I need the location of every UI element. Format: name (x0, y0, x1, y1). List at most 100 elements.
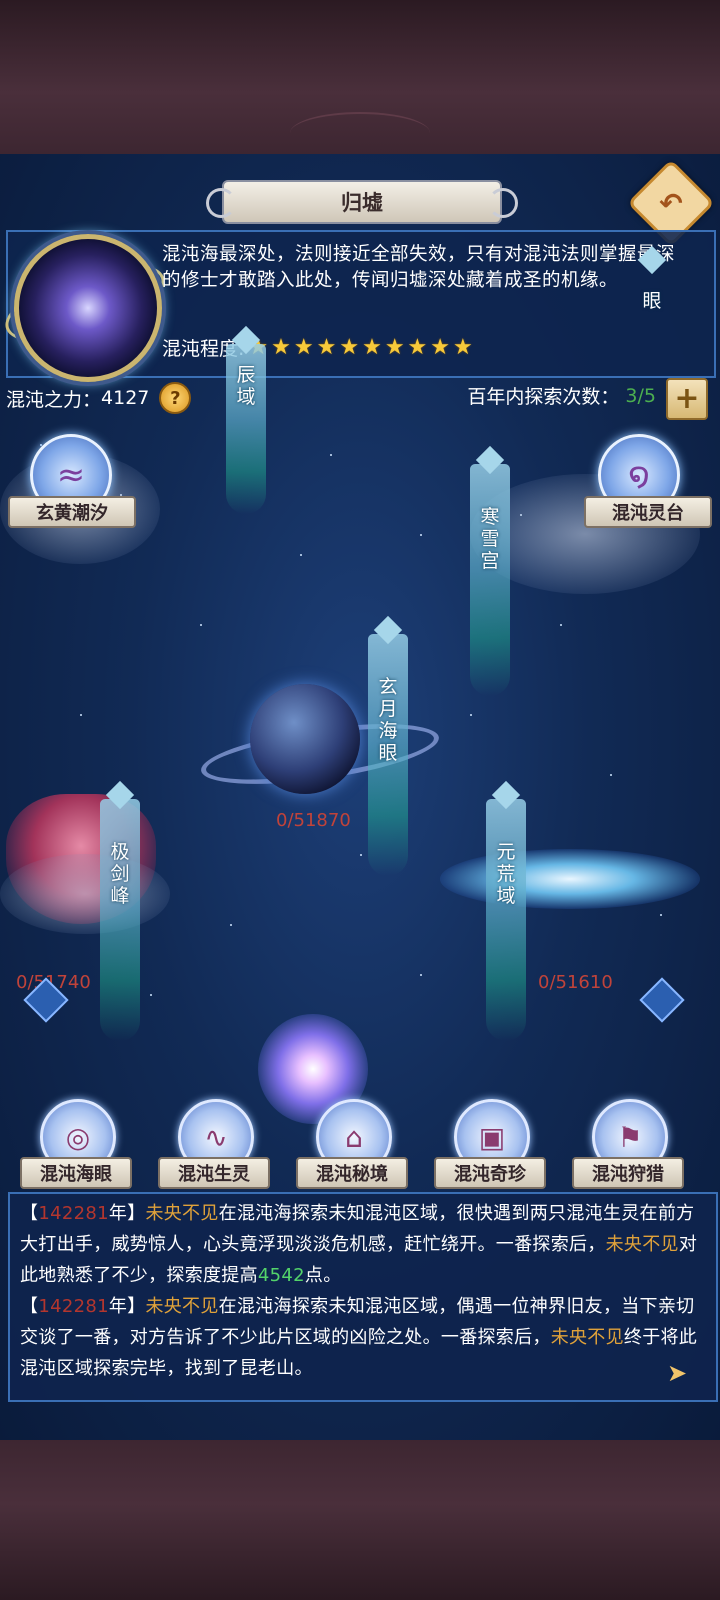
swirl-icon: ໑ (628, 455, 650, 495)
location-char: 眼 (378, 742, 398, 764)
bottom-frame (0, 1440, 720, 1600)
star-decor (660, 914, 662, 916)
chaos-level: 混沌程度: ★★★★★★★★★★ (162, 334, 473, 361)
page-title: 归墟 (206, 180, 502, 224)
explore-count: 百年内探索次数： 3/5 (467, 382, 656, 409)
star-icon: ★ (293, 335, 314, 360)
help-button[interactable]: ? (159, 382, 192, 414)
log-year: 142281 (38, 1296, 109, 1317)
chaos-power: 混沌之力： 4127 ? (6, 382, 192, 414)
location-partial[interactable]: 眼 (632, 264, 672, 350)
star-decor (150, 994, 152, 996)
location-char: 寒 (480, 506, 500, 528)
location-char: 剑 (110, 863, 130, 885)
log-entry: 【142281年】未央不见在混沌海探索未知混沌区域，偶遇一位神界旧友，当下亲切交… (20, 1291, 706, 1384)
location-char: 辰 (236, 364, 256, 386)
power-value: 4127 (101, 387, 150, 409)
location-chenyu[interactable]: 辰 域 (226, 344, 266, 514)
star-icon: ★ (384, 335, 405, 360)
star-decor (610, 774, 612, 776)
location-char: 极 (110, 841, 130, 863)
nav-label: 混沌海眼 (20, 1157, 132, 1189)
explore-label: 百年内探索次数： (467, 386, 620, 408)
star-decor (420, 974, 422, 976)
star-decor (330, 454, 332, 456)
log-actor: 未央不见 (145, 1296, 219, 1317)
nav-label: 混沌狩猎 (572, 1157, 684, 1189)
log-actor: 未央不见 (145, 1203, 219, 1224)
question-icon: ? (170, 387, 181, 409)
location-char: 玄 (378, 676, 398, 698)
explore-count-value: 3/5 (625, 384, 656, 407)
chaos-map-scene[interactable]: 归墟 ↶ 混沌海最深处，法则接近全部失效，只有对混沌法则掌握最深的修士才敢踏入此… (0, 154, 720, 1440)
star-decor (420, 534, 422, 536)
spiral-galaxy[interactable] (440, 849, 700, 909)
log-entry: 【142281年】未央不见在混沌海探索未知混沌区域，很快遇到两只混沌生灵在前方大… (20, 1198, 706, 1291)
diamond-marker-icon[interactable] (639, 977, 685, 1023)
log-more-arrow-icon[interactable]: ➤ (662, 1358, 692, 1388)
log-text: 点。 (304, 1265, 342, 1286)
star-icon: ★ (430, 335, 451, 360)
progress-yuanhuang: 0/51610 (538, 972, 613, 993)
star-icon: ★ (271, 335, 291, 360)
power-label: 混沌之力： (6, 388, 102, 411)
bracket: 【 (20, 1203, 39, 1224)
bracket: 】 (127, 1296, 146, 1317)
star-decor (300, 554, 302, 556)
location-hanxuegong[interactable]: 寒 雪 宫 (470, 464, 510, 696)
bracket: 】 (127, 1203, 146, 1224)
location-xuanyue[interactable]: 玄 月 海 眼 (368, 634, 408, 876)
star-icon: ★ (316, 335, 337, 360)
log-actor: 未央不见 (605, 1234, 679, 1255)
nav-shoulie-button[interactable]: ⚑ 混沌狩猎 (572, 1099, 684, 1189)
location-char: 雪 (480, 528, 500, 550)
location-char: 荒 (496, 863, 516, 885)
log-year: 142281 (38, 1203, 109, 1224)
star-decor (80, 714, 82, 716)
nav-shengling-button[interactable]: ∿ 混沌生灵 (158, 1099, 270, 1189)
year-suffix: 年 (108, 1296, 128, 1317)
location-char: 域 (236, 386, 256, 408)
nav-label: 混沌秘境 (296, 1157, 408, 1189)
nav-label: 混沌生灵 (158, 1157, 270, 1189)
location-char: 峰 (110, 885, 130, 907)
location-char: 宫 (480, 550, 500, 572)
node-xuanhuang-label[interactable]: 玄黄潮汐 (8, 496, 136, 528)
wave-icon: ≈ (56, 455, 86, 495)
floating-island (0, 854, 170, 934)
top-frame (0, 0, 720, 154)
log-number: 4542 (257, 1265, 305, 1286)
star-icon: ★ (453, 335, 473, 360)
top-ornament (290, 112, 430, 154)
chaos-level-stars: ★★★★★★★★★★ (248, 335, 472, 360)
location-char: 海 (378, 720, 398, 742)
progress-xuanyue: 0/51870 (276, 810, 351, 831)
log-actor: 未央不见 (550, 1327, 624, 1348)
location-char: 域 (496, 885, 516, 907)
plus-icon: + (674, 381, 700, 416)
location-jijianfeng[interactable]: 极 剑 峰 (100, 799, 140, 1041)
black-hole-planet[interactable] (250, 684, 360, 794)
star-icon: ★ (339, 335, 360, 360)
location-char: 眼 (642, 290, 662, 312)
year-suffix: 年 (108, 1203, 128, 1224)
location-char: 元 (496, 841, 516, 863)
node-lingtai-label[interactable]: 混沌灵台 (584, 496, 712, 528)
bracket: 【 (20, 1296, 39, 1317)
nav-label: 混沌奇珍 (434, 1157, 546, 1189)
add-explore-button[interactable]: + (666, 378, 708, 420)
nav-qizhen-button[interactable]: ▣ 混沌奇珍 (434, 1099, 546, 1189)
back-arrow-icon: ↶ (659, 186, 683, 220)
region-description: 混沌海最深处，法则接近全部失效，只有对混沌法则掌握最深的修士才敢踏入此处，传闻归… (162, 244, 676, 291)
nav-mijing-button[interactable]: ⌂ 混沌秘境 (296, 1099, 408, 1189)
star-decor (200, 624, 202, 626)
star-decor (560, 624, 562, 626)
exploration-log[interactable]: 【142281年】未央不见在混沌海探索未知混沌区域，很快遇到两只混沌生灵在前方大… (8, 1192, 718, 1402)
star-decor (230, 924, 232, 926)
star-icon: ★ (407, 335, 428, 360)
location-char: 月 (378, 698, 398, 720)
star-icon: ★ (362, 335, 382, 360)
star-decor (360, 854, 362, 856)
nav-haiyan-button[interactable]: ◎ 混沌海眼 (20, 1099, 132, 1189)
location-yuanhuang[interactable]: 元 荒 域 (486, 799, 526, 1041)
